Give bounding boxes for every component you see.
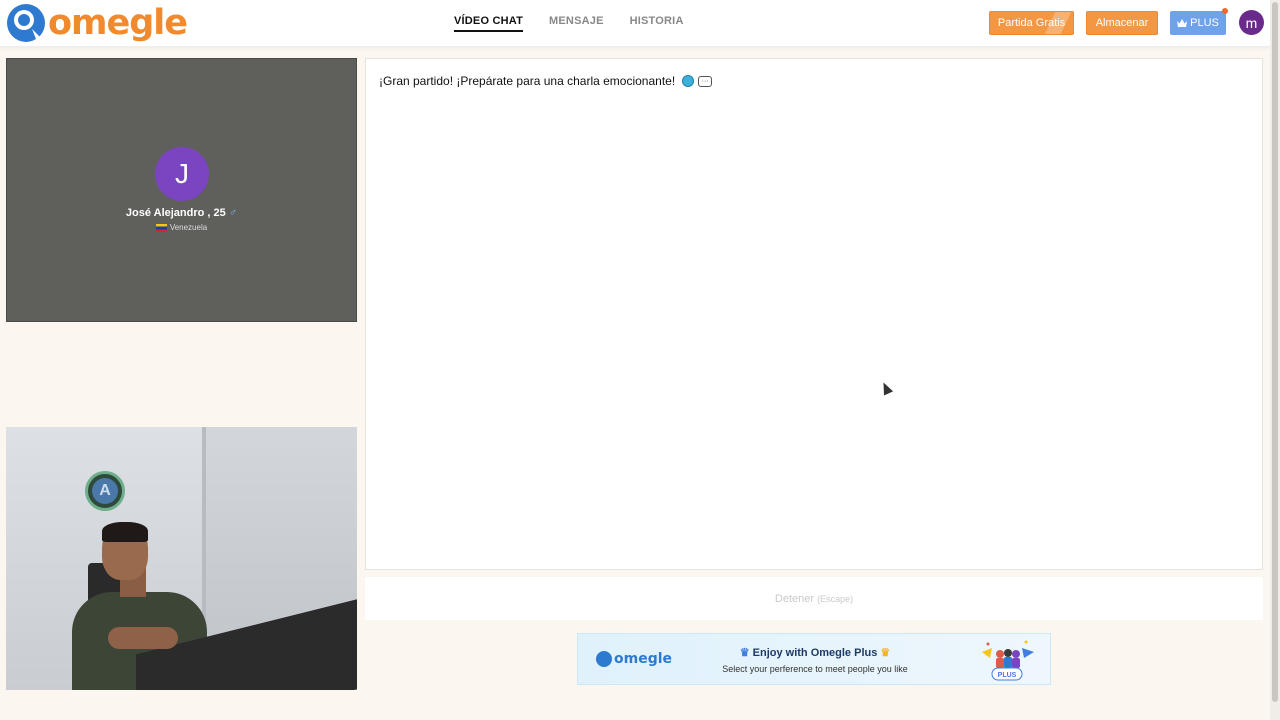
nav-video-chat[interactable]: VÍDEO CHAT — [454, 15, 524, 32]
page-scrollbar[interactable] — [1270, 0, 1280, 720]
scrollbar-thumb[interactable] — [1272, 2, 1278, 702]
stop-shortcut-hint: (Escape) — [817, 593, 854, 604]
omegle-logo-icon — [7, 4, 45, 42]
nav-message[interactable]: MENSAJE — [549, 15, 604, 32]
chat-panel[interactable]: ¡Gran partido! ¡Prepárate para una charl… — [365, 58, 1263, 570]
logo-wordmark: omegle — [48, 3, 188, 43]
free-match-button[interactable]: Partida Gratis — [989, 11, 1074, 35]
partner-country: Venezuela — [169, 223, 208, 232]
venezuela-flag-icon — [155, 223, 167, 232]
partner-video-panel: J José Alejandro , 25 ♂ Venezuela — [6, 58, 357, 322]
crown-icon: ♛ — [739, 647, 750, 659]
gender-icon: ♂ — [228, 207, 238, 219]
video-person-hair — [102, 522, 148, 542]
user-avatar[interactable]: m — [1239, 10, 1264, 35]
badge-letter: A — [92, 478, 118, 504]
system-message: ¡Gran partido! ¡Prepárate para una charl… — [379, 74, 713, 88]
omegle-logo[interactable]: omegle — [6, 3, 188, 43]
speech-bubble-emoji-icon: ··· — [698, 75, 713, 87]
partner-name: José Alejandro , 25 — [125, 207, 226, 219]
crown-icon — [1177, 19, 1188, 27]
top-header: omegle VÍDEO CHAT MENSAJE HISTORIA Parti… — [0, 0, 1270, 47]
globe-emoji-icon — [682, 75, 695, 87]
stop-button[interactable]: Detener (Escape) — [365, 577, 1263, 620]
mouse-cursor-icon — [878, 380, 894, 396]
banner-title: Enjoy with Omegle Plus — [752, 647, 878, 659]
partner-name-row: José Alejandro , 25 ♂ — [7, 207, 356, 219]
notification-dot — [1222, 8, 1228, 14]
nav-history[interactable]: HISTORIA — [630, 15, 684, 32]
store-label: Almacenar — [1095, 17, 1149, 29]
partner-country-row: Venezuela — [7, 223, 356, 232]
wall-logo-badge: A — [85, 471, 125, 511]
system-message-text: ¡Gran partido! ¡Prepárate para una charl… — [379, 74, 676, 88]
store-button[interactable]: Almacenar — [1086, 11, 1158, 35]
people-flags-illustration-icon: PLUS — [982, 640, 1034, 681]
stop-label: Detener — [774, 592, 815, 605]
omegle-plus-banner[interactable]: omegle ♛ Enjoy with Omegle Plus ♛ Select… — [577, 633, 1051, 685]
plus-button[interactable]: PLUS — [1170, 11, 1226, 35]
plus-label: PLUS — [1190, 17, 1219, 29]
partner-avatar: J — [155, 147, 209, 201]
crown-icon: ♛ — [880, 647, 891, 659]
art-plus-label: PLUS — [998, 672, 1017, 679]
self-video-panel: A — [6, 427, 357, 690]
video-person-hands — [108, 627, 178, 649]
main-nav: VÍDEO CHAT MENSAJE HISTORIA — [454, 15, 684, 32]
